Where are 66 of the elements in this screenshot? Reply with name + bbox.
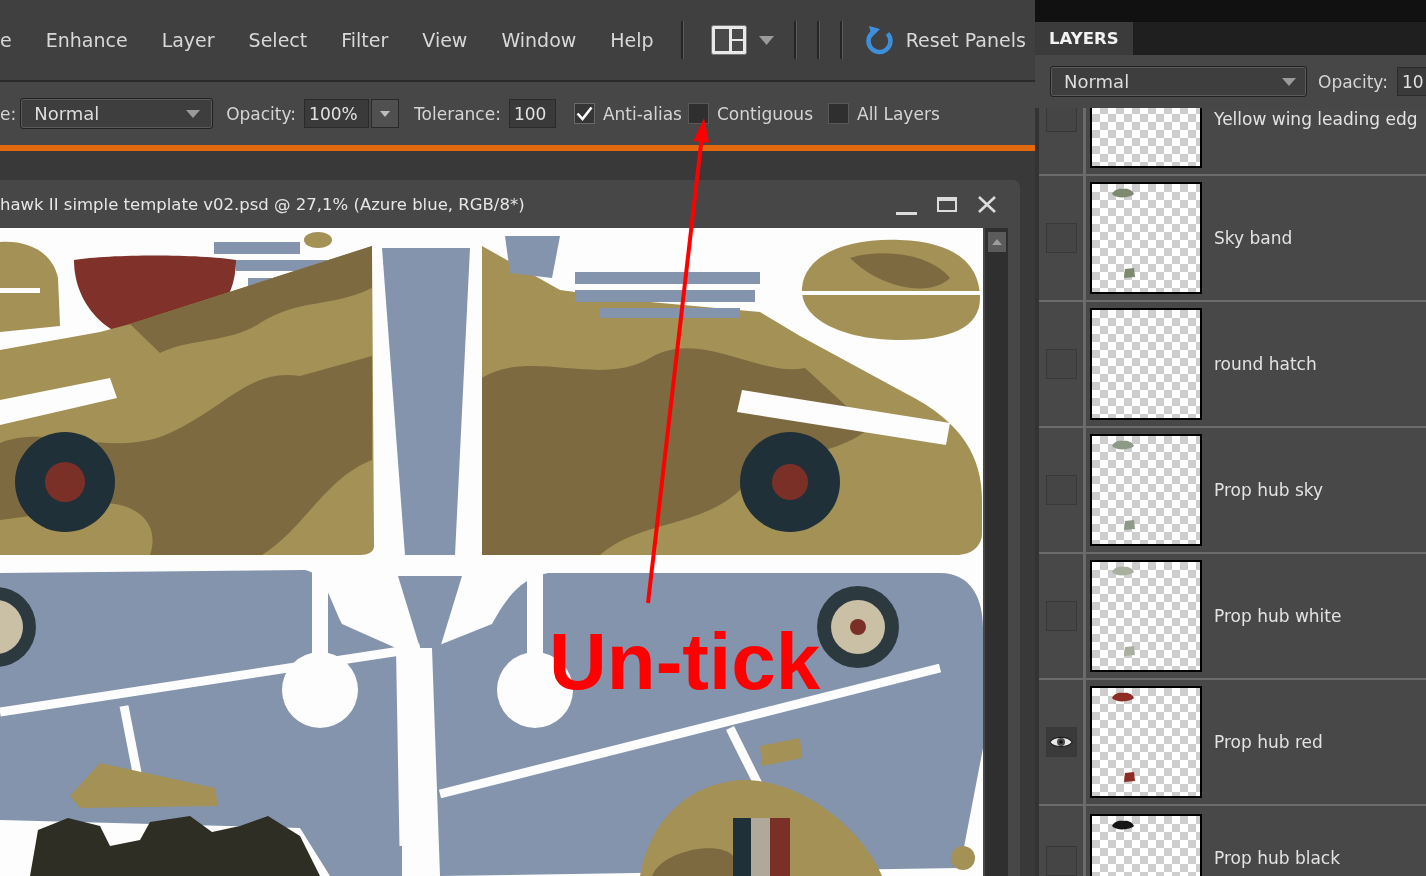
menu-item[interactable]: e bbox=[0, 26, 29, 54]
opacity-field[interactable]: 10 bbox=[1396, 67, 1426, 96]
menu-item[interactable]: Window bbox=[484, 26, 594, 54]
paint-spot-icon bbox=[1124, 520, 1135, 530]
checkbox-label[interactable]: Anti-alias bbox=[602, 103, 682, 124]
opacity-dropdown-button[interactable] bbox=[371, 99, 400, 128]
reset-panels-button[interactable]: Reset Panels bbox=[862, 24, 1026, 56]
layer-name: Prop hub white bbox=[1214, 606, 1342, 626]
checkbox[interactable] bbox=[828, 103, 849, 124]
checkbox[interactable] bbox=[573, 103, 595, 124]
layer-row[interactable]: Yellow wing leading edg bbox=[1039, 108, 1426, 176]
document-title: hawk II simple template v02.psd @ 27,1% (Azure blue, RGB/8*) bbox=[0, 194, 525, 214]
layer-row[interactable]: Sky band bbox=[1039, 176, 1426, 302]
menu-item[interactable]: Help bbox=[593, 26, 671, 54]
checkbox[interactable] bbox=[687, 103, 709, 124]
menu-item[interactable]: Layer bbox=[144, 26, 232, 54]
caret-up-icon bbox=[991, 239, 1002, 245]
blend-mode-dropdown[interactable]: Normal bbox=[1050, 66, 1307, 97]
tolerance-label: Tolerance: bbox=[414, 103, 501, 124]
paint-spot-icon bbox=[1110, 188, 1134, 199]
checkbox-label[interactable]: All Layers bbox=[857, 103, 940, 124]
paint-spot-icon bbox=[1110, 692, 1134, 703]
menu-item[interactable]: View bbox=[405, 26, 485, 54]
workspace-layout-button[interactable] bbox=[710, 25, 774, 55]
annotation-label: Un-tick bbox=[549, 622, 821, 702]
opacity-label: Opacity: bbox=[1318, 71, 1388, 92]
checkbox-label[interactable]: Contiguous bbox=[716, 103, 813, 124]
paint-spot-icon bbox=[1110, 566, 1134, 577]
caret-icon bbox=[186, 109, 201, 118]
opacity-label: Opacity: bbox=[226, 103, 297, 124]
layer-name: Yellow wing leading edg bbox=[1214, 109, 1418, 129]
close-button[interactable] bbox=[976, 193, 997, 215]
layer-name: Prop hub black bbox=[1214, 848, 1341, 868]
minimize-icon bbox=[896, 211, 917, 215]
scroll-up-button[interactable] bbox=[987, 232, 1006, 252]
eye-icon bbox=[1049, 735, 1073, 749]
caret-icon bbox=[1282, 77, 1296, 86]
layer-row[interactable]: Prop hub white bbox=[1039, 554, 1426, 680]
paint-spot-icon bbox=[1124, 772, 1135, 782]
layer-name: Prop hub sky bbox=[1214, 480, 1324, 500]
menu-item[interactable]: Filter bbox=[324, 26, 406, 54]
paint-spot-icon bbox=[1110, 440, 1134, 451]
close-icon bbox=[977, 195, 996, 213]
opacity-field[interactable]: 100% bbox=[304, 99, 370, 128]
layer-row[interactable]: Prop hub sky bbox=[1039, 428, 1426, 554]
layout-icon bbox=[710, 25, 747, 55]
vertical-scrollbar[interactable] bbox=[985, 228, 1008, 876]
menu-item[interactable]: Select bbox=[231, 26, 325, 54]
maximize-icon bbox=[936, 196, 957, 212]
layer-name: round hatch bbox=[1214, 354, 1317, 374]
checkmark-icon bbox=[575, 106, 593, 121]
mode-dropdown[interactable]: Normal bbox=[20, 98, 214, 129]
tolerance-field[interactable]: 100 bbox=[508, 99, 556, 128]
paint-spot-icon bbox=[1124, 646, 1135, 656]
layers-tab[interactable]: LAYERS bbox=[1035, 22, 1133, 55]
caret-icon bbox=[380, 110, 391, 117]
layer-name: Prop hub red bbox=[1214, 732, 1323, 752]
visibility-toggle[interactable] bbox=[1045, 727, 1077, 757]
paint-spot-icon bbox=[1124, 268, 1135, 278]
mode-label: e: bbox=[0, 103, 17, 124]
layer-row[interactable]: round hatch bbox=[1039, 302, 1426, 428]
paint-spot-icon bbox=[1110, 820, 1134, 831]
menu-item[interactable]: Enhance bbox=[28, 26, 145, 54]
layer-name: Sky band bbox=[1214, 228, 1293, 248]
layer-row[interactable]: Prop hub red bbox=[1039, 680, 1426, 806]
caret-icon bbox=[758, 35, 774, 45]
